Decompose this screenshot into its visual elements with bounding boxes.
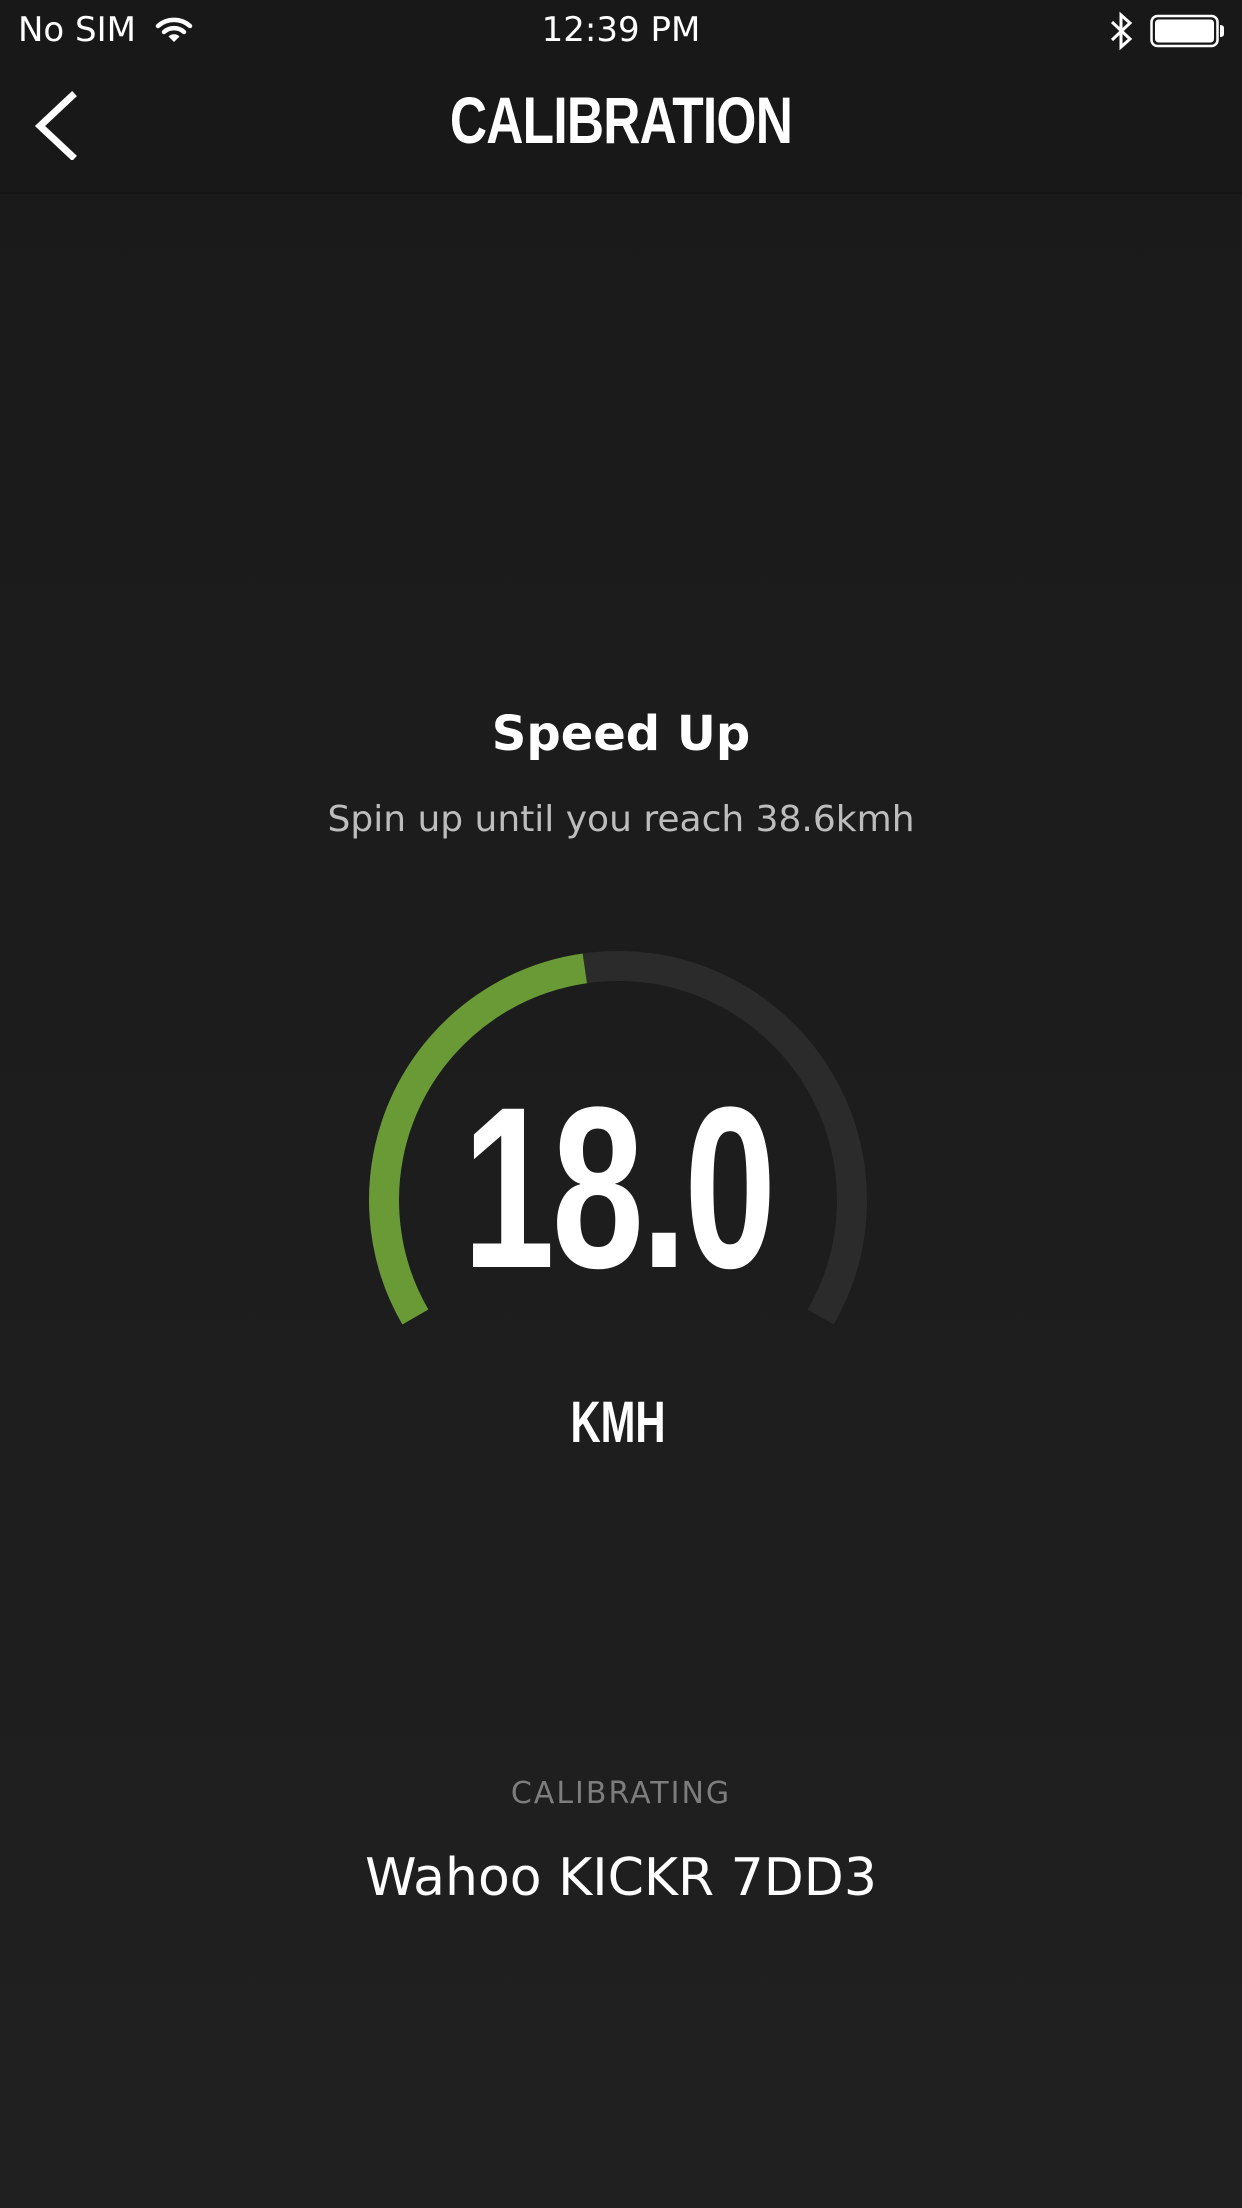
clock-label: 12:39 PM xyxy=(541,10,701,50)
step-title: Speed Up xyxy=(491,706,751,762)
back-button[interactable] xyxy=(22,90,92,161)
speed-gauge: 18.0 KMH xyxy=(368,950,868,1455)
navigation-bar: CALIBRATION xyxy=(0,60,1242,194)
speed-unit: KMH xyxy=(570,1390,666,1455)
speed-value: 18.0 xyxy=(462,1059,777,1316)
status-bar: No SIM 12:39 PM xyxy=(0,0,1242,60)
page-title: CALIBRATION xyxy=(449,83,793,157)
bluetooth-icon xyxy=(1106,10,1136,52)
chevron-left-icon xyxy=(34,91,77,161)
step-instructions: Spin up until you reach 38.6kmh xyxy=(327,799,915,840)
device-name: Wahoo KICKR 7DD3 xyxy=(365,1848,877,1908)
battery-icon xyxy=(1150,14,1226,48)
calibration-status-label: CALIBRATING xyxy=(510,1776,732,1811)
calibration-screen: No SIM 12:39 PM CALIBRATION Speed Up Spi… xyxy=(0,0,1242,2208)
